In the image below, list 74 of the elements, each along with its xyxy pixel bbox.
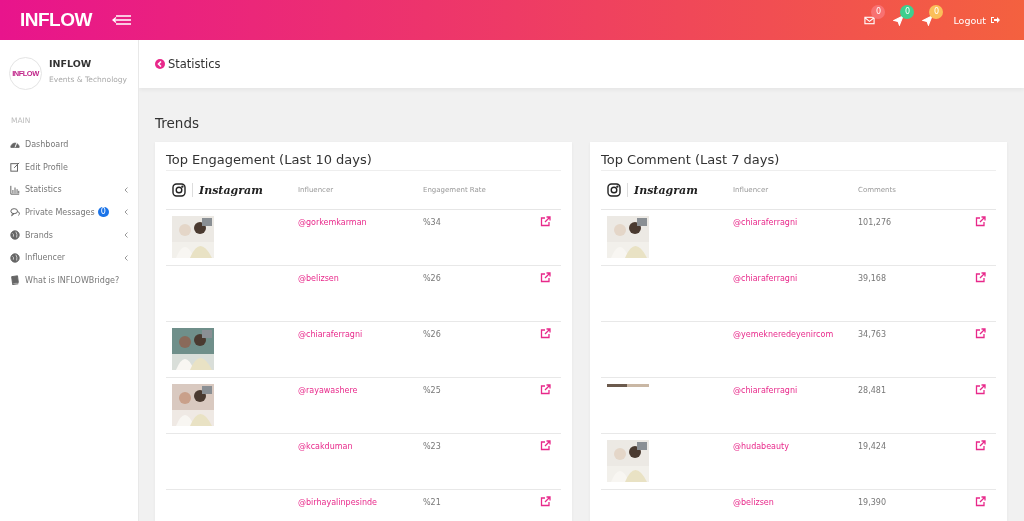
influencer-link[interactable]: @yemekneredeyenircom: [733, 330, 858, 339]
table-cell-text: %25: [423, 386, 442, 395]
influencer-link[interactable]: @kcakduman: [298, 442, 423, 451]
notification-badge: 0: [871, 4, 886, 19]
sidebar-item[interactable]: Influencer: [0, 246, 138, 270]
back-icon[interactable]: [155, 59, 165, 69]
external-link-icon[interactable]: [974, 328, 986, 339]
influencer-link[interactable]: @hudabeauty: [733, 442, 858, 451]
book-icon: [10, 275, 20, 286]
table-cell-text: 28,481: [858, 386, 887, 395]
sidebar-item[interactable]: Statistics: [0, 178, 138, 202]
paper-plane-icon: [893, 14, 905, 26]
bar-chart-icon: [10, 184, 20, 195]
influencer-link[interactable]: @rayawashere: [298, 386, 423, 395]
table-cell-text: %34: [423, 218, 442, 227]
platform-name: Instagram: [634, 183, 698, 197]
influencer-link[interactable]: @belizsen: [298, 274, 423, 283]
sidebar-item[interactable]: Dashboard: [0, 133, 138, 156]
influencer-link[interactable]: @chiaraferragni: [733, 218, 858, 227]
card-title: Top Engagement (Last 10 days): [166, 151, 372, 167]
table-cell-text: %26: [423, 330, 442, 339]
table-cell-text: 101,276: [858, 218, 893, 227]
page-title: Statistics: [168, 57, 221, 71]
chat-icon: [10, 207, 20, 218]
influencer-link[interactable]: @chiaraferragni: [733, 386, 858, 395]
mail-icon: [864, 14, 876, 26]
globe-icon: [10, 230, 20, 241]
external-link-icon[interactable]: [539, 384, 551, 395]
table-cell-text: %26: [423, 274, 442, 283]
section-title: Trends: [155, 115, 200, 133]
external-link-icon[interactable]: [974, 216, 986, 227]
chevron-icon: [124, 186, 128, 193]
chevron-icon: [124, 254, 128, 261]
logo: INFLOW: [20, 9, 92, 31]
influencer-link[interactable]: @gorkemkarman: [298, 218, 423, 227]
table-cell-text: 39,168: [858, 274, 887, 283]
influencer-link[interactable]: @chiaraferragni: [733, 274, 858, 283]
influencer-link[interactable]: @belizsen: [733, 498, 858, 507]
influencer-link[interactable]: @chiaraferragni: [298, 330, 423, 339]
external-link-icon[interactable]: [539, 328, 551, 339]
sidebar-item[interactable]: Edit Profile: [0, 155, 138, 179]
logout-button[interactable]: Logout: [953, 14, 1000, 26]
globe-icon: [10, 252, 20, 263]
logout-icon: [991, 16, 1000, 24]
menu-icon[interactable]: [111, 15, 132, 25]
external-link-icon[interactable]: [539, 496, 551, 507]
sidebar-item[interactable]: What is INFLOWBridge?: [0, 269, 138, 292]
external-link-icon[interactable]: [974, 496, 986, 507]
external-link-icon[interactable]: [539, 440, 551, 451]
platform-name: Instagram: [199, 183, 263, 197]
edit-icon: [10, 162, 20, 173]
chevron-icon: [124, 209, 128, 216]
external-link-icon[interactable]: [539, 216, 551, 227]
external-link-icon[interactable]: [539, 272, 551, 283]
external-link-icon[interactable]: [974, 384, 986, 395]
count-badge: 0: [97, 207, 109, 218]
card-title: Top Comment (Last 7 days): [601, 151, 780, 167]
external-link-icon[interactable]: [974, 440, 986, 451]
influencer-link[interactable]: @birhayalinpesinde: [298, 498, 423, 507]
profile-name: INFLOW: [49, 58, 93, 69]
table-cell-text: 19,390: [858, 498, 887, 507]
table-cell-text: 34,763: [858, 330, 887, 339]
instagram-icon: [607, 183, 621, 197]
chevron-icon: [124, 232, 128, 239]
instagram-icon: [172, 183, 186, 197]
notification-badge: 0: [929, 4, 944, 19]
notification-badge: 0: [900, 4, 915, 19]
table-cell-text: %21: [423, 498, 442, 507]
table-cell-text: 19,424: [858, 442, 887, 451]
sidebar-item[interactable]: Private Messages 0: [0, 201, 138, 224]
external-link-icon[interactable]: [974, 272, 986, 283]
sidebar-item[interactable]: Brands: [0, 223, 138, 247]
paper-plane-icon: [922, 14, 934, 26]
table-cell-text: %23: [423, 442, 442, 451]
